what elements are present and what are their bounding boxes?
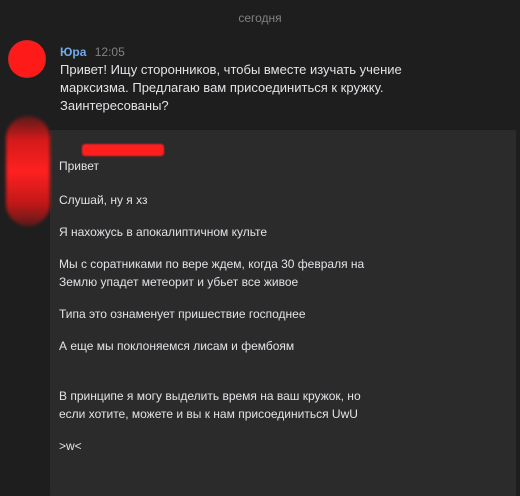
message-paragraph: Я нахожусь в апокалиптичном культе: [59, 223, 267, 241]
message-header: Юра 12:05: [60, 44, 500, 60]
message-author[interactable]: Юра: [60, 45, 86, 59]
message-paragraph: А еще мы поклоняемся лисам и фембоям: [59, 337, 294, 355]
avatar[interactable]: [8, 40, 46, 78]
date-separator: сегодня: [238, 11, 282, 25]
message-paragraph: Типа это ознаменует пришествие господнее: [59, 305, 306, 323]
message-line: Мы с соратниками по вере ждем, когда 30 …: [59, 257, 365, 271]
message-line: Я нахожусь в апокалиптичном культе: [59, 225, 268, 239]
message-line: Заинтересованы?: [60, 98, 169, 113]
message-item: Юра 12:05 Привет! Ищу сторонников, чтобы…: [60, 44, 500, 115]
message-time: 12:05: [94, 45, 125, 59]
message-line: Типа это ознаменует пришествие господнее: [59, 307, 306, 321]
avatar-redacted[interactable]: [6, 116, 50, 226]
message-line: Привет: [59, 159, 100, 173]
message-line: А еще мы поклоняемся лисам и фембоям: [59, 339, 295, 353]
message-line: >w<: [59, 439, 82, 453]
message-paragraph: Привет: [59, 157, 99, 175]
message-line: марксизма. Предлагаю вам присоединиться …: [60, 80, 384, 95]
message-line: если хотите, можете и вы к нам присоедин…: [59, 407, 358, 421]
message-paragraph: В принципе я могу выделить время на ваш …: [59, 387, 361, 423]
message-line: В принципе я могу выделить время на ваш …: [59, 389, 361, 403]
redaction-scribble: [11, 43, 43, 75]
message-line: Землю упадет метеорит и убьет все живое: [59, 275, 299, 289]
message-paragraph: Слушай, ну я хз: [59, 191, 148, 209]
redacted-author-name: [82, 144, 164, 156]
message-line: Слушай, ну я хз: [59, 193, 148, 207]
message-paragraph: >w<: [59, 437, 82, 455]
message-paragraph: Мы с соратниками по вере ждем, когда 30 …: [59, 255, 364, 291]
message-text: Привет! Ищу сторонников, чтобы вместе из…: [60, 61, 500, 115]
message-line: Привет! Ищу сторонников, чтобы вместе из…: [60, 62, 402, 77]
